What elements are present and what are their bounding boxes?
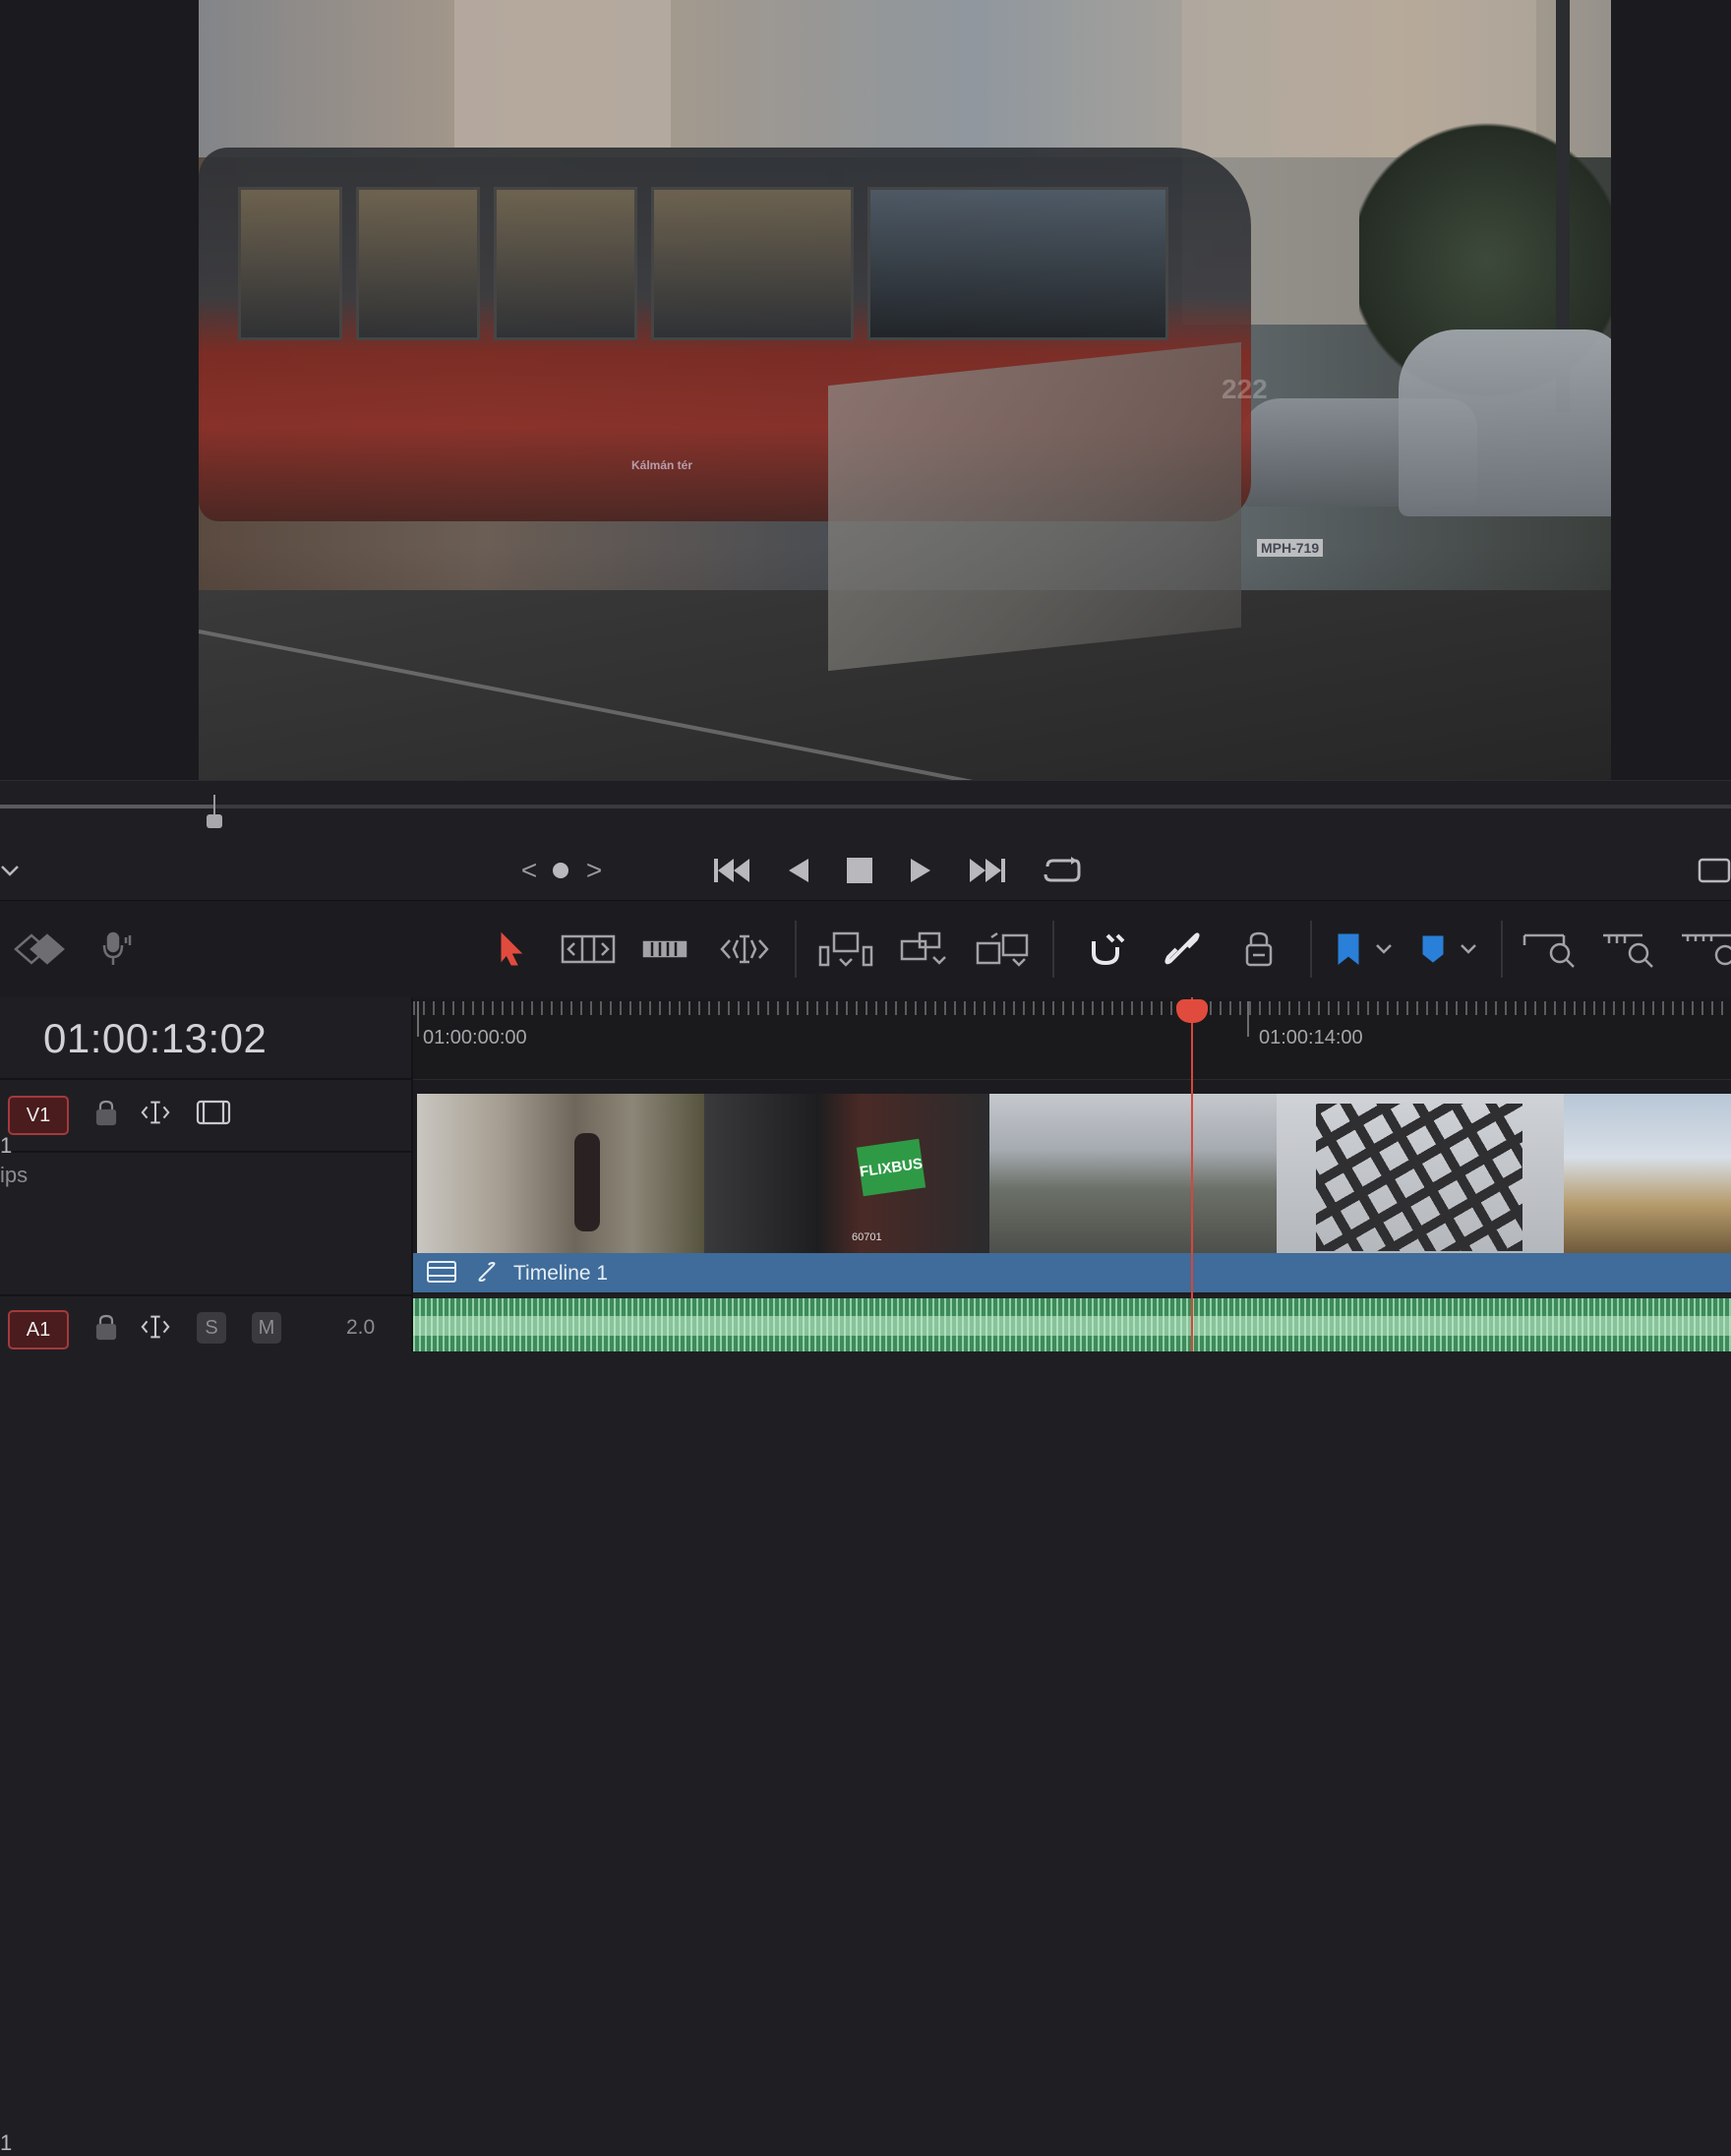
header-divider: [0, 1078, 411, 1080]
go-to-start-button[interactable]: [712, 849, 755, 892]
track-headers: 01:00:13:02 V1 1 A1 S M 2.0: [0, 997, 413, 2155]
v1-auto-select-icon[interactable]: [140, 1098, 171, 1127]
clip-person: [574, 1133, 600, 1231]
stop-button[interactable]: [838, 849, 881, 892]
v1-track-name: 1: [0, 2130, 13, 2155]
header-divider: [0, 1294, 411, 1296]
a1-channel-level: 2.0: [346, 1316, 376, 1339]
fullscreen-icon[interactable]: [1692, 849, 1731, 892]
a1-solo-button[interactable]: S: [197, 1312, 226, 1344]
marker-dropdown-chevron-icon[interactable]: [1456, 925, 1481, 974]
playhead-handle[interactable]: [1176, 999, 1208, 1023]
header-divider: [0, 1151, 411, 1153]
play-reverse-button[interactable]: [777, 849, 820, 892]
bus-window: [238, 187, 342, 340]
trim-edit-icon[interactable]: [561, 925, 616, 974]
clip-lattice: [1316, 1104, 1522, 1251]
viewer-building-left: [454, 0, 671, 148]
toolbar-separator: [795, 921, 797, 978]
bus-window: [651, 187, 854, 340]
a1-track-badge[interactable]: A1: [8, 1310, 69, 1349]
viewer-frame: 222 MPH-719 Kálmán tér: [199, 0, 1611, 780]
insert-clip-icon[interactable]: [816, 925, 875, 974]
next-clip-button[interactable]: >: [572, 849, 616, 892]
bus-number: 222: [1222, 374, 1268, 404]
timeline-ruler[interactable]: 01:00:00:00 01:00:14:00: [413, 997, 1731, 1080]
detail-zoom-icon[interactable]: [1599, 925, 1658, 974]
clip-film-icon: [427, 1261, 456, 1288]
flag-marker-icon[interactable]: [1334, 925, 1363, 974]
video-viewer: 222 MPH-719 Kálmán tér: [0, 0, 1731, 780]
a1-mute-button[interactable]: M: [252, 1312, 281, 1344]
v1-track-lane[interactable]: FLIXBUS 60701 Timeline 1: [413, 1080, 1731, 1294]
a1-auto-select-icon[interactable]: [140, 1312, 171, 1342]
linked-selection-icon[interactable]: [1159, 925, 1206, 974]
clip-name-bar[interactable]: Timeline 1: [413, 1253, 1731, 1292]
clip-link-icon: [476, 1261, 498, 1288]
v1-lock-icon[interactable]: [90, 1098, 122, 1127]
viewer-options-chevron-icon[interactable]: [0, 849, 31, 892]
selection-arrow-icon[interactable]: [492, 925, 531, 974]
play-button[interactable]: [899, 849, 942, 892]
current-timecode: 01:00:13:02: [43, 1015, 268, 1061]
timeline-clip-stairs[interactable]: [417, 1094, 705, 1253]
full-extent-zoom-icon[interactable]: [1521, 925, 1580, 974]
viewer-scrubber[interactable]: [0, 780, 1731, 840]
transport-controls: < >: [0, 839, 1731, 900]
clip-code: 60701: [852, 1231, 882, 1243]
viewer-van: [1399, 329, 1611, 516]
v1-track-title: 1: [0, 1133, 13, 1158]
a1-audio-lane[interactable]: [413, 1298, 1731, 1351]
v1-clip-count: ips: [0, 1163, 29, 1187]
overwrite-clip-icon[interactable]: [897, 925, 948, 974]
ruler-major-tick: [1247, 1001, 1249, 1037]
bus-sign: Kálmán tér: [631, 458, 693, 472]
custom-zoom-icon[interactable]: [1678, 925, 1731, 974]
a1-lock-icon[interactable]: [90, 1312, 122, 1342]
keyframe-icon[interactable]: [10, 925, 69, 974]
loop-icon[interactable]: [1041, 849, 1084, 892]
bus-window: [494, 187, 637, 340]
clip-bar-label: Timeline 1: [513, 1262, 609, 1285]
ruler-major-tick: [417, 1001, 419, 1037]
marker-icon[interactable]: [1418, 925, 1448, 974]
blade-icon[interactable]: [641, 925, 688, 974]
audio-waveform: [413, 1316, 1731, 1336]
ruler-label-start: 01:00:00:00: [423, 1027, 527, 1048]
timeline-clip-heroes-square[interactable]: [1564, 1094, 1731, 1253]
playhead-line[interactable]: [1191, 997, 1193, 1351]
license-plate: MPH-719: [1257, 539, 1324, 557]
timeline-clip-lattice[interactable]: [1277, 1094, 1565, 1253]
voiceover-mic-icon[interactable]: [94, 925, 138, 974]
v1-disable-track-film-icon[interactable]: [195, 1098, 232, 1127]
scrub-progress: [0, 805, 214, 808]
flag-dropdown-chevron-icon[interactable]: [1371, 925, 1397, 974]
timeline-clip-bus-interior[interactable]: FLIXBUS 60701: [704, 1094, 990, 1253]
ruler-ticks: [413, 1001, 1731, 1015]
scrub-handle-line: [213, 795, 215, 816]
bus-windshield: [867, 187, 1168, 340]
clip-sticker: FLIXBUS: [856, 1138, 926, 1197]
scrub-track[interactable]: [0, 805, 1731, 808]
dynamic-trim-icon[interactable]: [718, 925, 771, 974]
replace-clip-icon[interactable]: [974, 925, 1033, 974]
timeline-toolbar: [0, 900, 1731, 998]
ruler-label-14s: 01:00:14:00: [1259, 1027, 1363, 1048]
bus-window: [356, 187, 480, 340]
position-lock-icon[interactable]: [1235, 925, 1283, 974]
toolbar-separator: [1052, 921, 1054, 978]
go-to-end-button[interactable]: [964, 849, 1007, 892]
viewer-kiosk: [828, 341, 1241, 672]
timeline-clip-city[interactable]: [989, 1094, 1278, 1253]
snapping-magnet-icon[interactable]: [1082, 925, 1129, 974]
toolbar-separator: [1501, 921, 1503, 978]
timeline-panel: 01:00:13:02 V1 1 A1 S M 2.0 1 ips 01:00:…: [0, 997, 1731, 2155]
toolbar-separator: [1310, 921, 1312, 978]
scrub-handle[interactable]: [207, 814, 222, 828]
v1-track-badge[interactable]: V1: [8, 1096, 69, 1135]
